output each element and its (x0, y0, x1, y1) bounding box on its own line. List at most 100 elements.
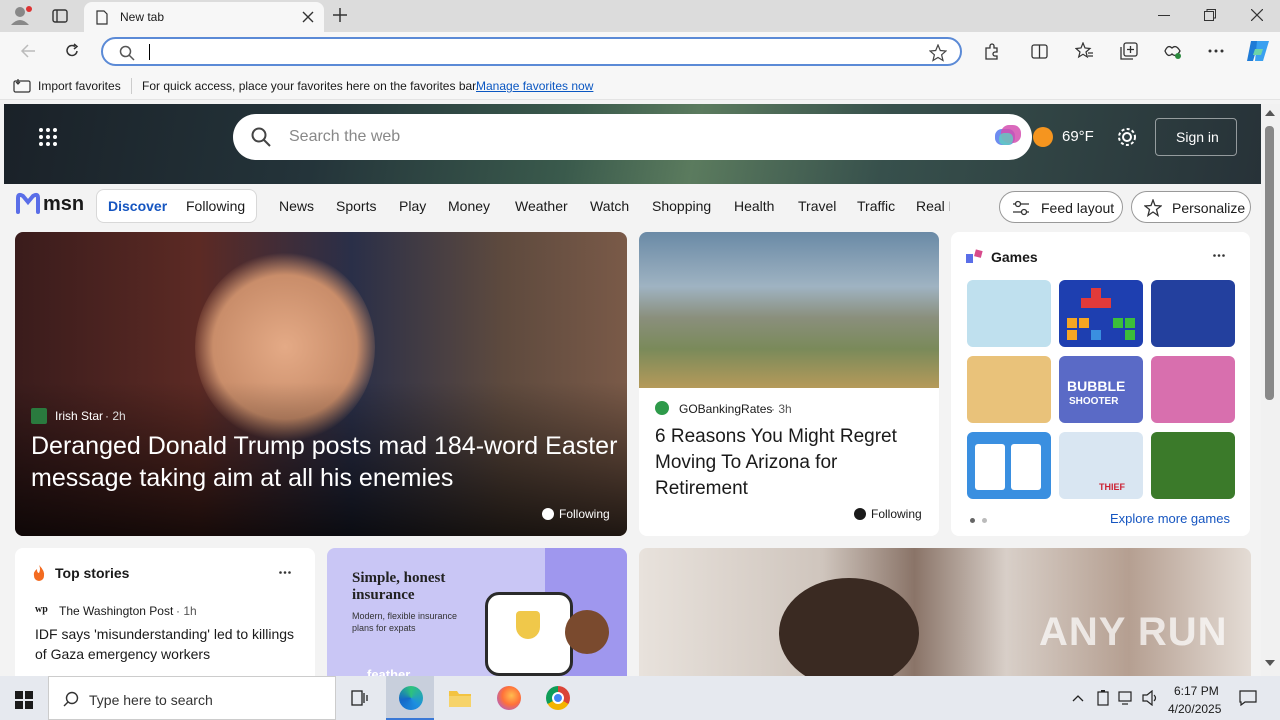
browser-essentials-icon[interactable] (1163, 42, 1182, 60)
game-tile-2[interactable] (1059, 280, 1143, 347)
msn-search-box[interactable]: Search the web (233, 114, 1032, 160)
main-story-source: Irish Star (55, 409, 104, 423)
game-tile-jewels[interactable] (1151, 432, 1235, 499)
notifications-icon[interactable] (1239, 690, 1257, 706)
nav-health[interactable]: Health (734, 198, 774, 214)
msn-logo-text[interactable]: msn (43, 193, 84, 216)
nav-money[interactable]: Money (448, 198, 490, 214)
apps-launcher-icon[interactable] (38, 127, 58, 147)
tab-actions-icon[interactable] (52, 8, 68, 24)
main-story-card[interactable]: Irish Star · 2h Deranged Donald Trump po… (15, 232, 627, 536)
second-story-following[interactable]: Following (871, 507, 922, 521)
sign-in-button[interactable]: Sign in (1155, 118, 1237, 156)
minimize-icon[interactable] (1158, 15, 1170, 17)
ad-card[interactable]: Simple, honest insurance Modern, flexibl… (327, 548, 627, 676)
task-view-icon[interactable] (351, 690, 369, 706)
scroll-up-arrow-icon[interactable] (1265, 110, 1275, 116)
more-menu-icon[interactable] (1208, 49, 1224, 53)
nav-news[interactable]: News (279, 198, 314, 214)
story-image-arizona (639, 232, 939, 388)
volume-icon[interactable] (1142, 690, 1160, 706)
nav-watch[interactable]: Watch (590, 198, 629, 214)
text-cursor (149, 44, 150, 60)
carousel-dot-active[interactable] (970, 518, 975, 523)
copilot-icon[interactable] (1245, 39, 1271, 63)
address-bar[interactable] (101, 37, 962, 66)
games-more-icon[interactable] (1213, 254, 1225, 257)
weather-temperature[interactable]: 69°F (1062, 128, 1094, 145)
nav-traffic[interactable]: Traffic (857, 198, 895, 214)
msn-search-placeholder: Search the web (289, 128, 401, 145)
manage-favorites-link[interactable]: Manage favorites now (476, 79, 593, 93)
tab-discover[interactable]: Discover (108, 198, 167, 214)
nav-travel[interactable]: Travel (798, 198, 836, 214)
scroll-thumb[interactable] (1265, 126, 1274, 400)
game-tile-bubble-shooter[interactable]: BUBBLE SHOOTER (1059, 356, 1143, 423)
top-story-headline[interactable]: IDF says 'misunderstanding' led to killi… (35, 624, 300, 664)
scroll-down-arrow-icon[interactable] (1265, 660, 1275, 666)
nav-real-estate[interactable]: Real E (916, 198, 950, 214)
personalize-button[interactable]: Personalize (1131, 191, 1251, 223)
game-tile-4[interactable] (967, 356, 1051, 423)
top-stories-card: Top stories wp The Washington Post · 1h … (15, 548, 315, 676)
favorite-star-icon[interactable] (929, 44, 947, 62)
top-story-source: The Washington Post (59, 604, 174, 618)
clock-time[interactable]: 6:17 PM (1174, 684, 1219, 698)
tab-following[interactable]: Following (186, 198, 245, 214)
edge-taskbar-button[interactable] (386, 676, 434, 720)
page-scrollbar[interactable] (1261, 104, 1280, 676)
refresh-icon[interactable] (64, 43, 80, 59)
top-stories-more-icon[interactable] (279, 571, 291, 574)
clock-date[interactable]: 4/20/2025 (1168, 702, 1221, 716)
game-tile-mahjong[interactable] (967, 432, 1051, 499)
nav-sports[interactable]: Sports (336, 198, 376, 214)
nav-play[interactable]: Play (399, 198, 426, 214)
main-story-following[interactable]: Following (559, 507, 610, 521)
game-tile-3[interactable] (1151, 280, 1235, 347)
import-favorites-icon (13, 78, 31, 93)
explore-more-games-link[interactable]: Explore more games (1110, 511, 1230, 526)
taskbar-search-box[interactable]: Type here to search (48, 676, 336, 720)
nav-shopping[interactable]: Shopping (652, 198, 711, 214)
personalize-icon (1144, 199, 1162, 217)
bubble-title: BUBBLE (1067, 378, 1126, 394)
page-icon (96, 10, 108, 25)
windows-start-icon[interactable] (15, 691, 33, 709)
second-story-headline[interactable]: 6 Reasons You Might Regret Moving To Ari… (655, 424, 927, 502)
carousel-dot[interactable] (982, 518, 987, 523)
back-icon[interactable] (20, 43, 36, 59)
search-icon (119, 45, 135, 61)
settings-gear-icon[interactable] (1116, 126, 1138, 148)
extensions-icon[interactable] (983, 43, 1000, 60)
ad-phone-graphic (485, 592, 573, 676)
import-favorites-button[interactable]: Import favorites (38, 79, 121, 93)
restore-icon[interactable] (1204, 9, 1216, 21)
feed-layout-button[interactable]: Feed layout (999, 191, 1123, 223)
split-screen-icon[interactable] (1031, 43, 1048, 60)
firefox-icon[interactable] (497, 686, 521, 710)
game-tile-thief[interactable]: THIEF (1059, 432, 1143, 499)
tab-new-tab[interactable]: New tab (84, 2, 324, 32)
new-tab-button[interactable] (332, 7, 348, 23)
second-story-card[interactable]: GOBankingRates · 3h 6 Reasons You Might … (639, 232, 939, 536)
main-story-headline[interactable]: Deranged Donald Trump posts mad 184-word… (31, 430, 621, 494)
show-hidden-icons-icon[interactable] (1072, 694, 1084, 702)
favorites-bar-message: For quick access, place your favorites h… (142, 79, 479, 93)
msn-logo-icon[interactable] (16, 192, 40, 214)
close-tab-icon[interactable] (302, 11, 314, 23)
copilot-search-icon[interactable] (995, 125, 1021, 149)
file-explorer-icon[interactable] (448, 688, 472, 708)
collections-icon[interactable] (1120, 42, 1138, 60)
battery-icon[interactable] (1096, 690, 1110, 706)
bottom-story-card[interactable]: ANY RUN (639, 548, 1251, 676)
favorites-icon[interactable] (1075, 42, 1094, 60)
game-tile-6[interactable] (1151, 356, 1235, 423)
nav-weather[interactable]: Weather (515, 198, 568, 214)
sign-in-label: Sign in (1176, 129, 1219, 145)
game-tile-1[interactable] (967, 280, 1051, 347)
chrome-icon[interactable] (546, 686, 570, 710)
network-icon[interactable] (1118, 690, 1136, 706)
weather-sun-icon[interactable] (1033, 127, 1053, 147)
close-window-icon[interactable] (1251, 9, 1263, 21)
profile-icon[interactable] (10, 6, 32, 26)
